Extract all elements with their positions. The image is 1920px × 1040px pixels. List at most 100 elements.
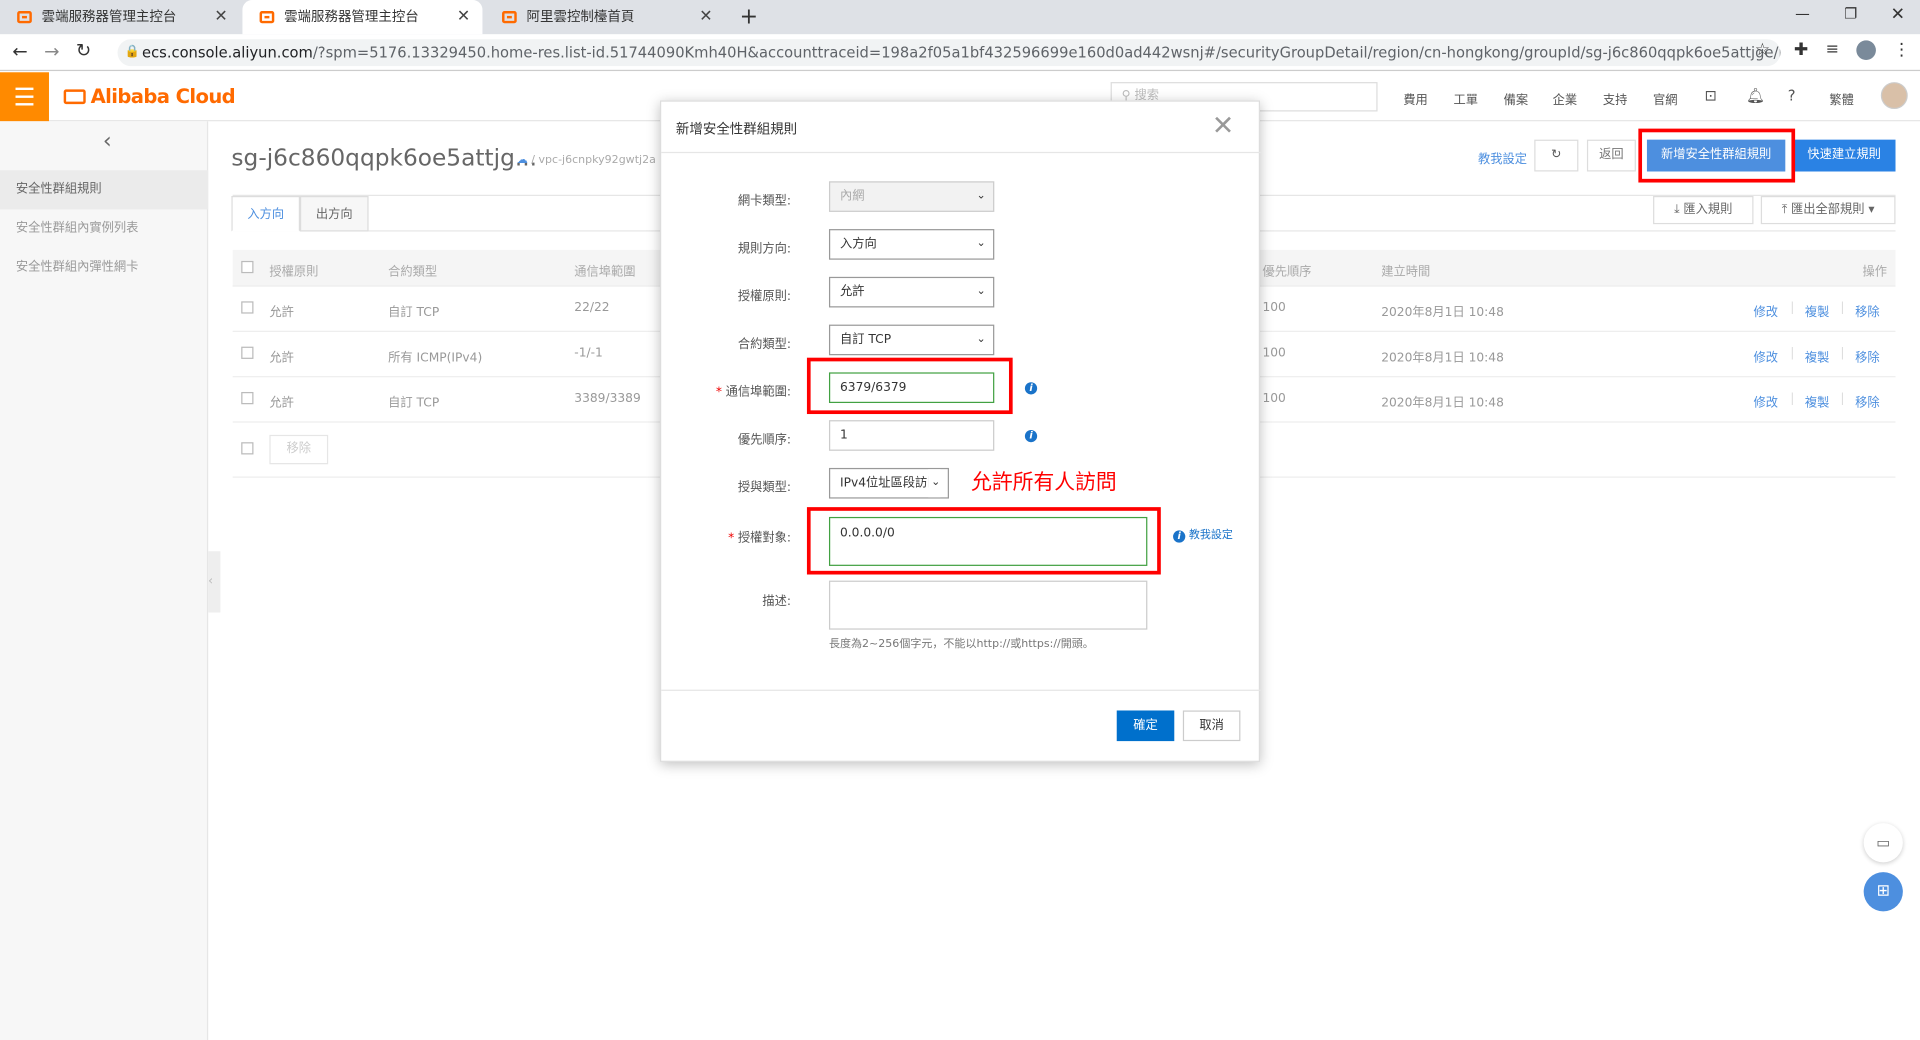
alibaba-logo-icon: [63, 89, 86, 105]
browser-tab-bar: 雲端服務器管理主控台 ✕ 雲端服務器管理主控台 ✕ 阿里雲控制檯首頁 ✕ + —…: [0, 0, 1920, 35]
refresh-icon: ↻: [1551, 148, 1562, 162]
export-rules-button[interactable]: ⤒ 匯出全部規則 ▾: [1760, 195, 1896, 225]
sidebar-toggle-handle[interactable]: ‹: [208, 551, 221, 613]
bell-icon[interactable]: 🔔︎: [1746, 87, 1765, 104]
new-tab-icon[interactable]: +: [740, 4, 758, 30]
copy-link[interactable]: 複製: [1805, 347, 1829, 365]
confirm-button[interactable]: 確定: [1116, 710, 1175, 742]
bookmark-star-icon[interactable]: ☆: [1755, 40, 1770, 60]
tab-outbound[interactable]: 出方向: [300, 195, 369, 232]
close-window-icon[interactable]: ✕: [1891, 5, 1905, 25]
chevron-down-icon: ⌄: [976, 189, 986, 203]
auth-type-select[interactable]: IPv4位址區段訪問 ⌄: [828, 467, 949, 499]
chevron-down-icon: ⌄: [976, 333, 986, 346]
row-checkbox[interactable]: [241, 301, 254, 314]
back-icon[interactable]: ←: [12, 40, 27, 62]
edit-link[interactable]: 修改: [1753, 392, 1777, 410]
apps-icon[interactable]: ⊞: [1863, 872, 1903, 912]
nav-icp[interactable]: 備案: [1504, 89, 1528, 107]
edit-link[interactable]: 修改: [1753, 347, 1777, 365]
alibaba-cloud-logo[interactable]: Alibaba Cloud: [63, 85, 236, 108]
remove-link[interactable]: 移除: [1855, 392, 1879, 410]
help-link[interactable]: 教我設定: [1478, 148, 1527, 166]
forward-icon[interactable]: →: [44, 40, 59, 62]
bulk-delete-button[interactable]: 移除: [269, 434, 329, 465]
policy-label: 授權原則:: [737, 290, 792, 304]
close-icon[interactable]: ✕: [1212, 111, 1235, 142]
user-avatar[interactable]: [1880, 82, 1908, 110]
nav-tickets[interactable]: 工單: [1453, 89, 1477, 107]
nic-type-select[interactable]: 內網 ⌄: [828, 181, 995, 212]
terminal-icon[interactable]: ⊡: [1704, 87, 1716, 104]
chat-icon[interactable]: ▭: [1863, 823, 1903, 863]
aliyun-favicon-icon: [259, 11, 275, 24]
auth-help-link[interactable]: i 教我設定: [1173, 526, 1233, 543]
copy-link[interactable]: 複製: [1805, 301, 1829, 319]
reload-icon[interactable]: ↻: [76, 39, 91, 61]
language-switch[interactable]: 繁體: [1829, 89, 1853, 107]
direction-select[interactable]: 入方向 ⌄: [828, 229, 995, 260]
browser-tab[interactable]: 阿里雲控制檯首頁 ✕: [485, 0, 725, 34]
sidebar-item-rules[interactable]: 安全性群組規則: [0, 170, 209, 210]
reading-list-icon[interactable]: ≡: [1826, 40, 1839, 58]
sidebar: ‹ 安全性群組規則 安全性群組內實例列表 安全性群組內彈性網卡: [0, 121, 209, 1040]
extensions-icon[interactable]: ✚: [1794, 40, 1808, 60]
protocol-label: 合約類型:: [737, 338, 792, 352]
url-field[interactable]: 🔒 ecs.console.aliyun.com/?spm=5176.13329…: [117, 39, 1781, 67]
chrome-menu-icon[interactable]: ⋮: [1893, 40, 1910, 60]
row-checkbox[interactable]: [241, 391, 254, 405]
description-label: 描述:: [762, 595, 792, 609]
nic-type-label: 網卡類型:: [737, 194, 792, 209]
chevron-down-icon: ⌄: [928, 469, 941, 498]
quick-rule-button[interactable]: 快速建立規則: [1792, 139, 1896, 172]
description-textarea[interactable]: [828, 580, 1148, 630]
close-tab-icon[interactable]: ✕: [457, 0, 470, 34]
copy-link[interactable]: 複製: [1805, 392, 1829, 410]
restore-icon[interactable]: ❐: [1844, 5, 1857, 22]
remove-link[interactable]: 移除: [1855, 301, 1879, 319]
close-tab-icon[interactable]: ✕: [699, 0, 712, 34]
sidebar-item-instances[interactable]: 安全性群組內實例列表: [0, 209, 208, 248]
tab-inbound[interactable]: 入方向: [231, 195, 300, 232]
import-rules-button[interactable]: ⤓ 匯入規則: [1653, 195, 1754, 225]
edit-link[interactable]: 修改: [1753, 301, 1777, 319]
highlight-auth-target: [806, 507, 1161, 575]
collapse-chevron-icon[interactable]: ‹: [103, 129, 112, 155]
chevron-down-icon: ⌄: [976, 237, 986, 250]
add-rule-dialog: 新增安全性群組規則 ✕ 網卡類型: 內網 ⌄ 規則方向: 入方向 ⌄ 授權原則: 允…: [660, 100, 1262, 762]
refresh-button[interactable]: ↻: [1534, 139, 1579, 172]
aliyun-favicon-icon: [502, 11, 517, 24]
profile-avatar[interactable]: [1856, 40, 1876, 61]
cancel-button[interactable]: 取消: [1182, 710, 1241, 742]
row-checkbox[interactable]: [241, 346, 254, 359]
nav-support[interactable]: 支持: [1603, 89, 1627, 107]
help-icon[interactable]: ?: [1788, 87, 1796, 104]
divider: [661, 689, 1262, 691]
nav-enterprise[interactable]: 企業: [1553, 89, 1577, 107]
policy-select[interactable]: 允許 ⌄: [828, 276, 995, 308]
info-icon: i: [1173, 530, 1186, 543]
footer-checkbox[interactable]: [241, 442, 254, 455]
lock-icon: 🔒: [124, 45, 141, 59]
info-icon[interactable]: i: [1024, 382, 1038, 395]
back-button[interactable]: 返回: [1586, 139, 1636, 172]
nav-billing[interactable]: 費用: [1403, 89, 1427, 107]
highlight-port-range: [806, 357, 1013, 415]
remove-link[interactable]: 移除: [1855, 347, 1879, 365]
menu-icon[interactable]: ☰: [0, 72, 49, 122]
caret-down-icon: ▾: [1868, 203, 1875, 217]
divider: [661, 151, 1262, 154]
close-tab-icon[interactable]: ✕: [214, 0, 227, 34]
browser-tab-active[interactable]: 雲端服務器管理主控台 ✕: [242, 0, 483, 35]
browser-tab[interactable]: 雲端服務器管理主控台 ✕: [0, 0, 240, 34]
direction-label: 規則方向:: [737, 242, 792, 257]
priority-label: 優先順序:: [737, 433, 792, 448]
select-all-checkbox[interactable]: [241, 260, 254, 274]
minimize-icon[interactable]: —: [1795, 5, 1810, 22]
cloud-icon: ☁: [516, 154, 528, 167]
priority-input[interactable]: 1: [828, 420, 995, 451]
protocol-select[interactable]: 自訂 TCP ⌄: [828, 324, 995, 356]
sidebar-item-eni[interactable]: 安全性群組內彈性網卡: [0, 249, 208, 288]
info-icon[interactable]: i: [1024, 429, 1038, 443]
nav-official-site[interactable]: 官網: [1653, 89, 1677, 107]
